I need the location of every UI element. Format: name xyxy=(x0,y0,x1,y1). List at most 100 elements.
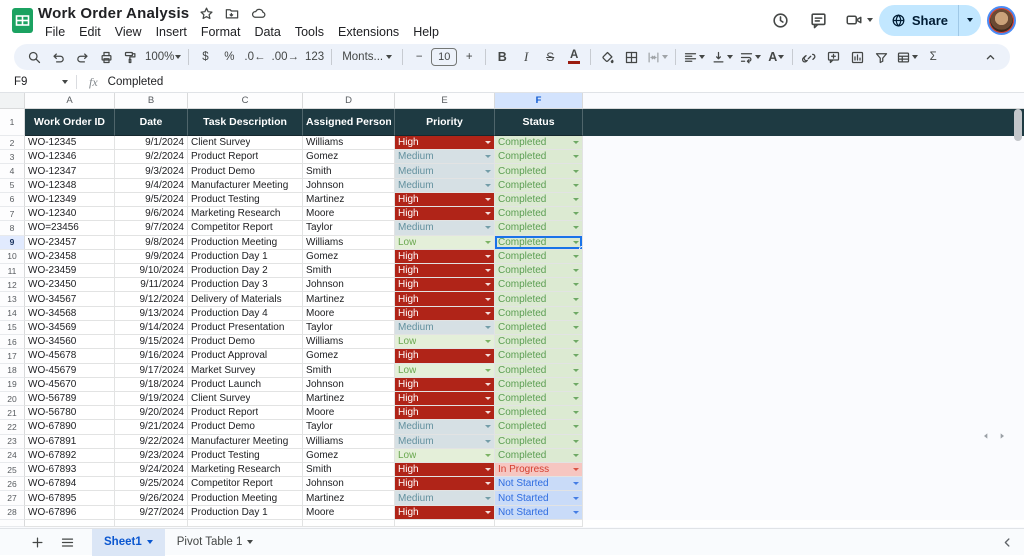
dropdown-arrow-icon[interactable] xyxy=(485,254,491,258)
currency-format-button[interactable]: $ xyxy=(193,46,217,68)
row-header-18[interactable]: 18 xyxy=(0,363,25,378)
cell-E10[interactable]: High xyxy=(395,249,495,264)
dropdown-arrow-icon[interactable] xyxy=(573,453,579,457)
dropdown-arrow-icon[interactable] xyxy=(485,226,491,230)
star-icon[interactable] xyxy=(199,6,214,21)
cell-partial[interactable] xyxy=(25,519,115,527)
dropdown-arrow-icon[interactable] xyxy=(573,254,579,258)
sheet-tab-pivot-table-1[interactable]: Pivot Table 1 xyxy=(165,529,266,556)
cell-F18[interactable]: Completed xyxy=(495,363,583,378)
cell-C28[interactable]: Production Day 1 xyxy=(188,505,303,520)
cell-B23[interactable]: 9/22/2024 xyxy=(115,434,188,449)
cell-partial[interactable] xyxy=(115,519,188,527)
cell-B19[interactable]: 9/18/2024 xyxy=(115,377,188,392)
cell-D7[interactable]: Moore xyxy=(303,207,395,222)
dropdown-arrow-icon[interactable] xyxy=(485,141,491,145)
cell-E18[interactable]: Low xyxy=(395,363,495,378)
dropdown-arrow-icon[interactable] xyxy=(485,496,491,500)
dropdown-arrow-icon[interactable] xyxy=(485,411,491,415)
cell-C24[interactable]: Product Testing xyxy=(188,448,303,464)
version-history-icon[interactable] xyxy=(765,4,797,36)
bold-button[interactable]: B xyxy=(490,46,514,68)
cell-D11[interactable]: Smith xyxy=(303,263,395,279)
cell-E14[interactable]: High xyxy=(395,306,495,321)
cell-C12[interactable]: Production Day 3 xyxy=(188,278,303,293)
cloud-saved-icon[interactable] xyxy=(250,6,267,21)
cell-D27[interactable]: Martinez xyxy=(303,491,395,506)
formula-input[interactable]: Completed xyxy=(108,76,164,88)
row-header-10[interactable]: 10 xyxy=(0,249,25,264)
dropdown-arrow-icon[interactable] xyxy=(485,439,491,443)
row-header-7[interactable]: 7 xyxy=(0,207,25,222)
cell-F13[interactable]: Completed xyxy=(495,292,583,307)
cell-F25[interactable]: In Progress xyxy=(495,463,583,478)
row-header-23[interactable]: 23 xyxy=(0,434,25,449)
cell-F9[interactable]: Completed xyxy=(495,235,583,250)
cell-C27[interactable]: Production Meeting xyxy=(188,491,303,506)
cell-D21[interactable]: Moore xyxy=(303,406,395,421)
cell-A12[interactable]: WO-23450 xyxy=(25,278,115,293)
cell-B2[interactable]: 9/1/2024 xyxy=(115,136,188,151)
dropdown-arrow-icon[interactable] xyxy=(573,155,579,159)
dropdown-arrow-icon[interactable] xyxy=(573,197,579,201)
cell-F4[interactable]: Completed xyxy=(495,164,583,179)
row-header-12[interactable]: 12 xyxy=(0,278,25,293)
cell-B5[interactable]: 9/4/2024 xyxy=(115,178,188,193)
menu-view[interactable]: View xyxy=(108,23,149,41)
sheet-tab-sheet1[interactable]: Sheet1 xyxy=(92,528,165,556)
cell-F26[interactable]: Not Started xyxy=(495,477,583,492)
column-header-B[interactable]: B xyxy=(115,93,188,109)
cell-E27[interactable]: Medium xyxy=(395,491,495,506)
add-sheet-button[interactable] xyxy=(24,529,50,555)
cell-F23[interactable]: Completed xyxy=(495,434,583,449)
cell-D25[interactable]: Smith xyxy=(303,463,395,478)
dropdown-arrow-icon[interactable] xyxy=(485,240,491,244)
cell-A27[interactable]: WO-67895 xyxy=(25,491,115,506)
cell-B28[interactable]: 9/27/2024 xyxy=(115,505,188,520)
insert-link-button[interactable] xyxy=(797,46,821,68)
menu-data[interactable]: Data xyxy=(247,23,287,41)
fill-color-button[interactable] xyxy=(595,46,619,68)
row-header-11[interactable]: 11 xyxy=(0,263,25,279)
dropdown-arrow-icon[interactable] xyxy=(573,368,579,372)
cell-B7[interactable]: 9/6/2024 xyxy=(115,207,188,222)
cell-C22[interactable]: Product Demo xyxy=(188,420,303,435)
cell-D20[interactable]: Martinez xyxy=(303,391,395,407)
dropdown-arrow-icon[interactable] xyxy=(573,496,579,500)
cell-A16[interactable]: WO-34560 xyxy=(25,335,115,350)
vertical-align-button[interactable] xyxy=(708,46,736,68)
row-header-17[interactable]: 17 xyxy=(0,349,25,364)
row-header-8[interactable]: 8 xyxy=(0,221,25,236)
menu-help[interactable]: Help xyxy=(406,23,446,41)
dropdown-arrow-icon[interactable] xyxy=(573,510,579,514)
cell-A10[interactable]: WO-23458 xyxy=(25,249,115,264)
column-header-F[interactable]: F xyxy=(495,93,583,109)
cell-A25[interactable]: WO-67893 xyxy=(25,463,115,478)
dropdown-arrow-icon[interactable] xyxy=(485,155,491,159)
table-views-button[interactable] xyxy=(893,46,921,68)
cell-C13[interactable]: Delivery of Materials xyxy=(188,292,303,307)
cell-C11[interactable]: Production Day 2 xyxy=(188,263,303,279)
cell-E26[interactable]: High xyxy=(395,477,495,492)
cell-A9[interactable]: WO-23457 xyxy=(25,235,115,250)
cell-B27[interactable]: 9/26/2024 xyxy=(115,491,188,506)
row-header-19[interactable]: 19 xyxy=(0,377,25,392)
cell-A6[interactable]: WO-12349 xyxy=(25,192,115,208)
cell-A20[interactable]: WO-56789 xyxy=(25,391,115,407)
cell-B16[interactable]: 9/15/2024 xyxy=(115,335,188,350)
cell-A15[interactable]: WO-34569 xyxy=(25,320,115,336)
dropdown-arrow-icon[interactable] xyxy=(485,311,491,315)
cell-E15[interactable]: Medium xyxy=(395,320,495,336)
cell-E5[interactable]: Medium xyxy=(395,178,495,193)
dropdown-arrow-icon[interactable] xyxy=(485,510,491,514)
chevron-left-icon[interactable] xyxy=(1001,536,1014,549)
increase-font-size-button[interactable]: + xyxy=(457,46,481,68)
cell-B24[interactable]: 9/23/2024 xyxy=(115,448,188,464)
cell-B4[interactable]: 9/3/2024 xyxy=(115,164,188,179)
cell-partial[interactable] xyxy=(303,519,395,527)
cell-B15[interactable]: 9/14/2024 xyxy=(115,320,188,336)
cell-F27[interactable]: Not Started xyxy=(495,491,583,506)
dropdown-arrow-icon[interactable] xyxy=(485,453,491,457)
cell-C16[interactable]: Product Demo xyxy=(188,335,303,350)
cell-D2[interactable]: Williams xyxy=(303,136,395,151)
